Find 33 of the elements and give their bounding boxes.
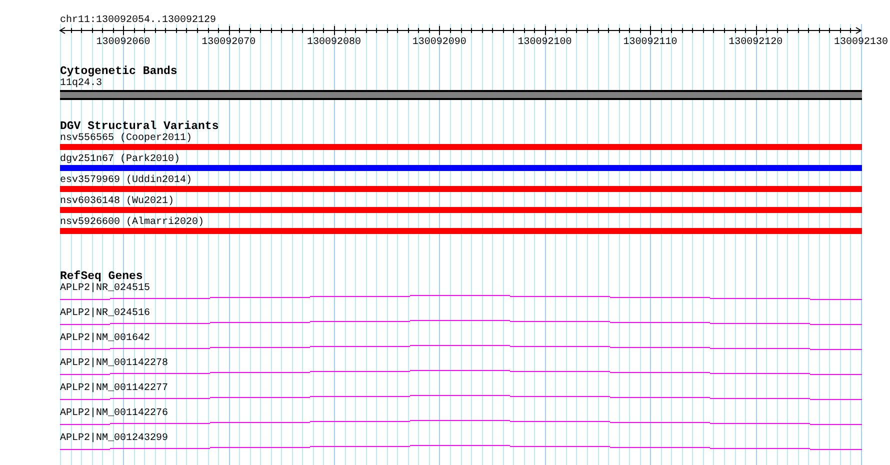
feature-label: dgv251n67 (Park2010): [60, 154, 180, 165]
gene-line[interactable]: [60, 295, 862, 300]
feature-label: APLP2|NM_001142277: [60, 383, 168, 394]
tick-label: 130092060: [96, 37, 150, 48]
tick-label: 130092100: [518, 37, 572, 48]
gene-line[interactable]: [60, 445, 862, 450]
tick-label: 130092130: [834, 37, 888, 48]
tick-label: 130092090: [412, 37, 466, 48]
feature-label: nsv6036148 (Wu2021): [60, 196, 174, 207]
gene-line[interactable]: [60, 420, 862, 425]
location-label: chr11:130092054..130092129: [60, 15, 216, 26]
track-title: RefSeq Genes: [60, 271, 143, 283]
track-title: DGV Structural Variants: [60, 121, 219, 133]
tick-label: 130092080: [307, 37, 362, 48]
tick-label: 130092110: [623, 37, 678, 48]
feature-label: APLP2|NR_024515: [60, 283, 150, 294]
tick-label: 130092120: [728, 37, 783, 48]
gene-line[interactable]: [60, 345, 862, 350]
feature-label: APLP2|NM_001243299: [60, 433, 168, 444]
gene-line[interactable]: [60, 370, 862, 375]
feature-label: esv3579969 (Uddin2014): [60, 175, 192, 186]
feature-label: APLP2|NR_024516: [60, 308, 150, 319]
track-title: Cytogenetic Bands: [60, 66, 178, 78]
gene-line[interactable]: [60, 320, 862, 325]
cytoband-bar[interactable]: [60, 90, 862, 100]
gene-line[interactable]: [60, 395, 862, 400]
feature-label: nsv5926600 (Almarri2020): [60, 217, 204, 228]
feature-label: 11q24.3: [60, 78, 102, 89]
feature-label: APLP2|NM_001142276: [60, 408, 168, 419]
feature-label: nsv556565 (Cooper2011): [60, 133, 192, 144]
feature-label: APLP2|NM_001142278: [60, 358, 168, 369]
feature-label: APLP2|NM_001642: [60, 333, 150, 344]
tick-label: 130092070: [202, 37, 256, 48]
